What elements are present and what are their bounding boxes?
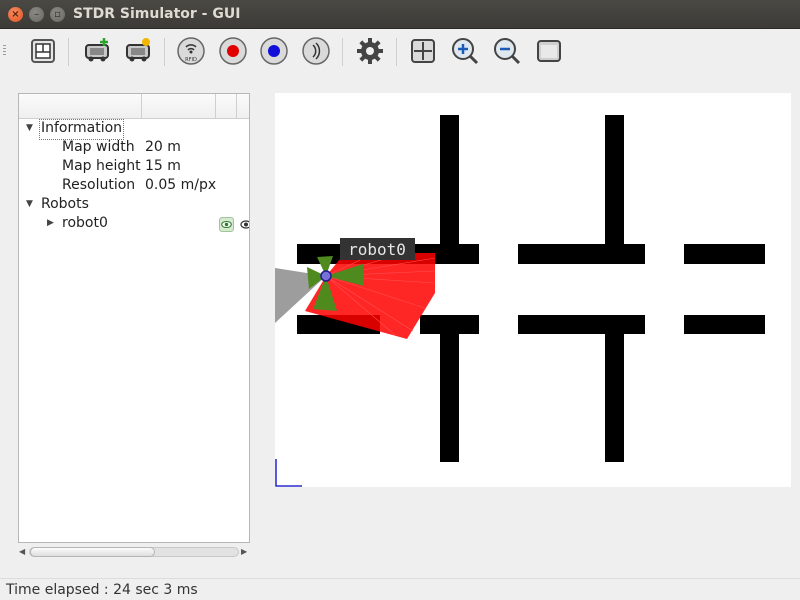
status-text: Time elapsed : 24 sec 3 ms bbox=[6, 582, 198, 598]
scroll-left-arrow-icon[interactable]: ◀ bbox=[19, 547, 25, 556]
robot-marker[interactable] bbox=[320, 270, 332, 282]
add-co2-source-button[interactable] bbox=[218, 36, 248, 66]
load-map-button[interactable] bbox=[28, 36, 58, 66]
expand-arrow-icon[interactable]: ▼ bbox=[26, 199, 33, 209]
expand-arrow-icon[interactable]: ▼ bbox=[26, 123, 33, 133]
close-window-button[interactable]: × bbox=[8, 7, 23, 22]
tree-column-header[interactable] bbox=[142, 94, 216, 118]
info-key-resolution: Resolution bbox=[62, 177, 136, 193]
toolbar-separator bbox=[68, 38, 69, 66]
robot-label: robot0 bbox=[348, 240, 406, 259]
grid-button[interactable] bbox=[408, 36, 438, 66]
info-value-map-height: 15 m bbox=[145, 158, 181, 174]
zoom-in-button[interactable] bbox=[450, 36, 480, 66]
visibility-eye-icon[interactable] bbox=[219, 217, 234, 232]
title-bar: × – ▫ STDR Simulator - GUI bbox=[0, 0, 800, 29]
info-key-map-height: Map height bbox=[62, 158, 141, 174]
toolbar: RFID bbox=[0, 29, 800, 75]
add-thermal-source-button[interactable] bbox=[259, 36, 289, 66]
scroll-thumb[interactable] bbox=[30, 547, 155, 557]
maximize-window-button[interactable]: ▫ bbox=[50, 7, 65, 22]
load-robot-button[interactable] bbox=[123, 36, 153, 66]
toolbar-separator bbox=[164, 38, 165, 66]
add-rfid-button[interactable]: RFID bbox=[176, 36, 206, 66]
window-title: STDR Simulator - GUI bbox=[73, 6, 241, 22]
collapse-arrow-icon[interactable]: ▶ bbox=[47, 218, 54, 228]
status-bar: Time elapsed : 24 sec 3 ms bbox=[0, 578, 800, 600]
tree-header bbox=[19, 94, 249, 119]
zoom-out-button[interactable] bbox=[492, 36, 522, 66]
toolbar-grip[interactable] bbox=[3, 45, 6, 57]
svg-text:RFID: RFID bbox=[185, 57, 197, 63]
tree-column-header[interactable] bbox=[216, 94, 237, 118]
scroll-right-arrow-icon[interactable]: ▶ bbox=[241, 547, 247, 556]
adjusted-view-button[interactable] bbox=[534, 36, 564, 66]
add-sound-source-button[interactable] bbox=[301, 36, 331, 66]
info-value-resolution: 0.05 m/px bbox=[145, 177, 217, 193]
toolbar-separator bbox=[342, 38, 343, 66]
map-view[interactable]: robot0 bbox=[275, 93, 791, 487]
tree-panel: ▼ Information Map width 20 m Map height … bbox=[18, 93, 250, 543]
visibility-eye-icon[interactable] bbox=[239, 217, 249, 232]
add-robot-button[interactable] bbox=[82, 36, 112, 66]
origin-axes bbox=[275, 459, 302, 487]
tree-item-robots[interactable]: Robots bbox=[41, 196, 89, 215]
tree-item-information[interactable]: Information bbox=[38, 119, 125, 140]
toolbar-separator bbox=[396, 38, 397, 66]
tree-column-header[interactable] bbox=[19, 94, 142, 118]
scroll-track[interactable] bbox=[29, 547, 239, 557]
horizontal-scrollbar[interactable]: ◀ ▶ bbox=[18, 545, 250, 559]
gear-button[interactable] bbox=[355, 36, 385, 66]
info-key-map-width: Map width bbox=[62, 139, 135, 155]
tree-item-robot0[interactable]: robot0 bbox=[62, 215, 108, 234]
minimize-window-button[interactable]: – bbox=[29, 7, 44, 22]
info-value-map-width: 20 m bbox=[145, 139, 181, 155]
